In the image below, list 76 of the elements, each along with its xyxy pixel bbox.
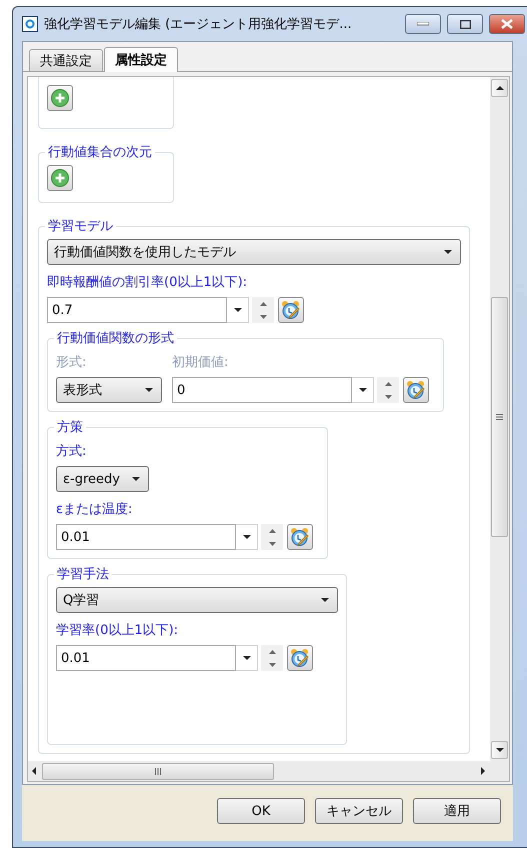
policy-dropdown[interactable]: ε-greedy (56, 466, 149, 492)
scroll-thumb[interactable] (42, 762, 274, 780)
caret-icon (496, 748, 504, 752)
maximize-icon (460, 20, 470, 28)
group-title: 行動値集合の次元 (47, 144, 153, 161)
add-button[interactable] (47, 165, 73, 191)
value-field[interactable]: 0.01 (56, 645, 236, 671)
up-arrow-icon (268, 650, 276, 654)
clock-pencil-icon (290, 527, 310, 547)
caret-icon (321, 598, 329, 602)
model-dropdown[interactable]: 行動価値関数を使用したモデル (47, 239, 461, 265)
scroll-down-button[interactable] (491, 741, 508, 759)
clock-pencil-icon (406, 380, 426, 400)
horizontal-scrollbar[interactable] (28, 761, 509, 781)
down-arrow-icon (384, 394, 392, 398)
dropdown-button[interactable] (227, 297, 249, 323)
field-label: 形式: (56, 354, 88, 371)
group-title: 学習手法 (56, 566, 110, 583)
value-field[interactable]: 0.01 (56, 524, 236, 550)
dialog-button[interactable]: キャンセル (315, 798, 403, 824)
down-arrow-icon (260, 314, 266, 318)
field-label: εまたは温度: (56, 501, 134, 518)
clock-pencil-icon (290, 648, 310, 668)
value-field[interactable]: 0.7 (47, 297, 227, 323)
dialog-button[interactable]: 適用 (413, 798, 501, 824)
dialog-button[interactable]: OK (217, 798, 305, 824)
caret-icon (32, 767, 36, 775)
up-arrow-icon (268, 528, 276, 532)
dropdown-button[interactable] (236, 524, 258, 550)
edit-button[interactable] (278, 297, 304, 323)
caret-icon (444, 250, 452, 254)
caret-icon (242, 656, 250, 660)
group-title: 行動価値関数の形式 (56, 330, 175, 347)
minimize-button[interactable] (405, 14, 441, 34)
scroll-thumb[interactable] (491, 297, 508, 537)
caret-icon (242, 535, 250, 539)
up-arrow-icon (384, 382, 392, 386)
field-label: 初期価値: (172, 354, 230, 371)
edit-button[interactable] (287, 524, 313, 550)
caret-icon (358, 388, 366, 392)
up-arrow-icon (260, 302, 266, 306)
grip-icon (155, 768, 161, 774)
tab[interactable]: 共通設定 (29, 49, 103, 71)
field-label: 方式: (56, 443, 88, 460)
edit-button[interactable] (287, 645, 313, 671)
down-arrow-icon (268, 542, 276, 546)
edit-button[interactable] (403, 377, 429, 403)
scroll-up-button[interactable] (491, 79, 508, 97)
caret-icon (496, 86, 504, 90)
close-button[interactable] (489, 14, 525, 34)
clock-pencil-icon (281, 300, 301, 320)
plus-icon (51, 169, 69, 187)
plus-icon (51, 89, 69, 107)
group-title: 方策 (56, 419, 84, 436)
tab[interactable]: 属性設定 (104, 47, 178, 72)
window-title: 強化学習モデル編集 (エージェント用強化学習モデ... (44, 16, 353, 33)
vertical-scrollbar[interactable] (490, 77, 509, 761)
format-dropdown[interactable]: 表形式 (56, 377, 162, 403)
grip-icon (496, 414, 503, 420)
caret-icon (234, 308, 242, 312)
add-button[interactable] (47, 85, 73, 111)
down-arrow-icon (268, 662, 276, 666)
group-title: 学習モデル (47, 218, 114, 235)
maximize-button[interactable] (447, 14, 483, 34)
caret-icon (145, 388, 153, 392)
app-icon (22, 16, 38, 32)
value-field[interactable]: 0 (172, 377, 352, 403)
dropdown-button[interactable] (236, 645, 258, 671)
field-label: 即時報酬値の割引率(0以上1以下): (47, 274, 248, 291)
field-label: 学習率(0以上1以下): (56, 622, 180, 639)
caret-icon (481, 767, 485, 775)
caret-icon (132, 477, 140, 481)
dropdown-button[interactable] (352, 377, 374, 403)
method-dropdown[interactable]: Q学習 (56, 587, 338, 613)
close-icon (501, 19, 513, 29)
minimize-icon (417, 22, 429, 26)
